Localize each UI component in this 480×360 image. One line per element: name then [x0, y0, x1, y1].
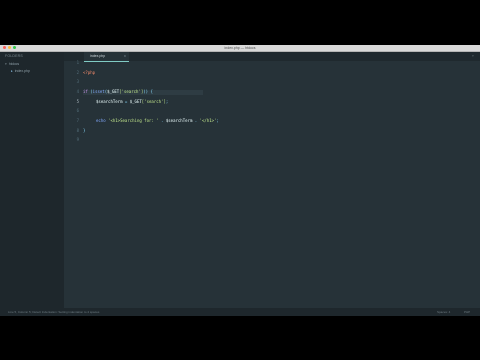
php-open-tag: <?php	[83, 70, 96, 75]
line-number-active: 5	[76, 99, 79, 104]
file-icon: ▸	[11, 69, 13, 73]
variable-searchterm: $searchTerm	[96, 99, 123, 104]
function-isset: isset	[92, 89, 105, 94]
closing-brace: }	[83, 128, 86, 133]
operator: =	[122, 99, 130, 104]
window-title: index.php — htdocs	[224, 46, 256, 50]
line-number: 8	[76, 128, 79, 133]
code-line-7: }	[83, 129, 85, 133]
sidebar: FOLDERS ▾ htdocs ▸ index.php	[0, 52, 64, 308]
line-number-gutter: 1 2 3 4 5 6 7 8 9	[64, 61, 79, 308]
close-icon[interactable]: ×	[124, 52, 126, 61]
line-number: 6	[76, 108, 79, 113]
line-number: 3	[76, 79, 79, 84]
variable-searchterm: $searchTerm	[165, 118, 193, 123]
chevron-down-icon: ▾	[5, 62, 7, 66]
code-line-6: echo '<h1>Searching for: ' . $searchTerm…	[96, 119, 219, 123]
tab-overflow-icon[interactable]: ▾	[472, 52, 474, 61]
tab-label: index.php	[90, 54, 106, 58]
punctuation: ;	[165, 99, 169, 104]
code-editor[interactable]: 1 2 3 4 5 6 7 8 9 <?php if (isset($_GET[…	[64, 61, 480, 308]
line-number: 7	[76, 118, 79, 123]
concat-operator: .	[158, 118, 166, 123]
array-key: ['search']	[141, 99, 166, 104]
sidebar-header: FOLDERS	[5, 54, 23, 58]
array-key: ['search']	[119, 89, 144, 94]
folder-label: htdocs	[8, 62, 20, 66]
title-bar: index.php — htdocs	[0, 45, 480, 52]
tab-bar: index.php × ▾	[64, 52, 480, 62]
folder-htdocs[interactable]: ▾ htdocs	[5, 62, 19, 66]
concat-operator: .	[192, 118, 200, 123]
line-number: 4	[76, 89, 79, 94]
keyword-echo: echo	[96, 118, 106, 123]
file-index-php[interactable]: ▸ index.php	[11, 69, 30, 73]
string-literal: '</h1>'	[199, 118, 217, 123]
editor-window: index.php — htdocs FOLDERS ▾ htdocs ▸ inde…	[0, 45, 480, 316]
line-number: 1	[76, 60, 79, 65]
punctuation: ;	[216, 118, 219, 123]
code-line-4: $searchTerm = $_GET['search'];	[96, 100, 168, 104]
string-literal: '<h1>Searching for: '	[105, 118, 159, 123]
syntax-selector[interactable]: PHP	[464, 308, 470, 316]
file-label: index.php	[14, 69, 30, 73]
code-line-3: if (isset($_GET['search'])) {	[83, 90, 153, 94]
indentation-setting[interactable]: Spaces: 4	[437, 308, 450, 316]
punctuation: )) {	[143, 89, 153, 94]
status-message: Line 5, Column 5; Detect Indentation: Se…	[8, 310, 100, 314]
line-number: 2	[76, 70, 79, 75]
line-number: 9	[76, 137, 79, 142]
variable-get: $_GET	[129, 99, 142, 104]
variable-get: $_GET	[107, 89, 120, 94]
code-line-1: <?php	[83, 71, 95, 75]
status-bar: Line 5, Column 5; Detect Indentation: Se…	[0, 308, 480, 316]
